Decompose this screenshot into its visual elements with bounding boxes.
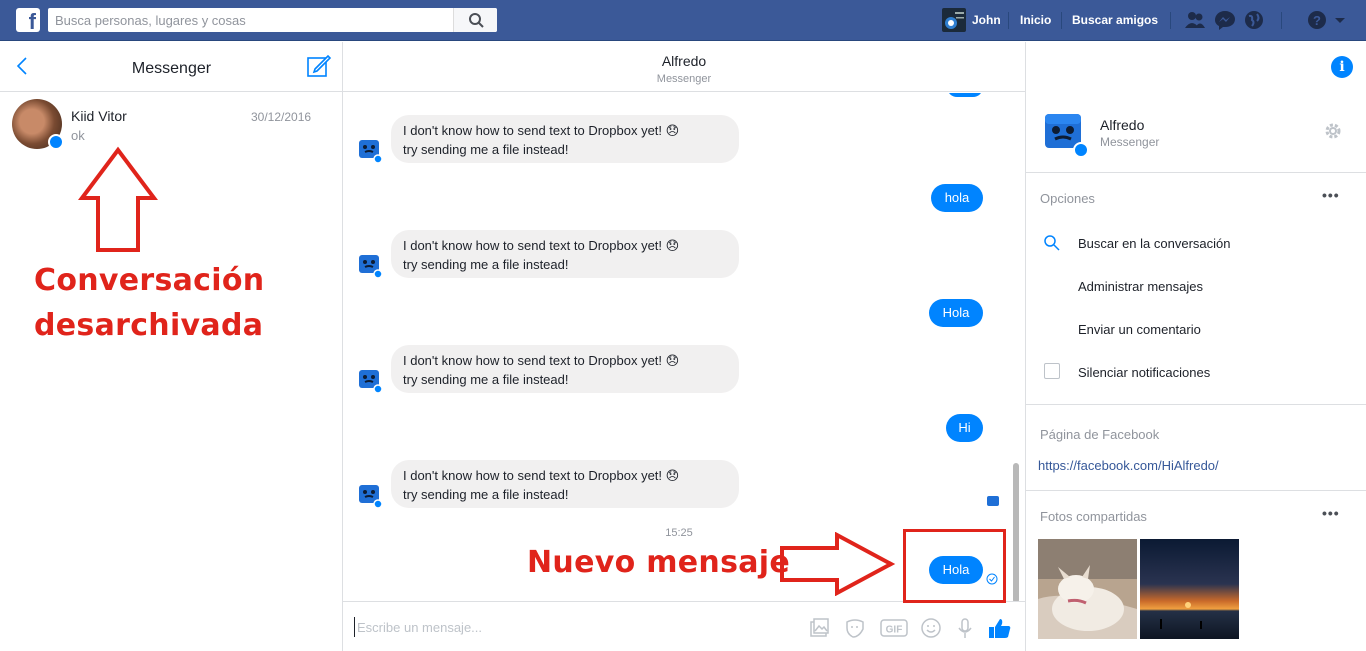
help-icon[interactable]: ?	[1306, 9, 1328, 31]
search-box	[48, 8, 497, 32]
option-search-conversation[interactable]: Buscar en la conversación	[1078, 236, 1230, 251]
svg-text:GIF: GIF	[886, 625, 903, 636]
divider	[1026, 404, 1366, 405]
message-text: I don't know how to send text to Dropbox…	[403, 123, 680, 138]
svg-text:?: ?	[1313, 13, 1321, 28]
photos-more-icon[interactable]: •••	[1322, 505, 1340, 521]
contact-avatar-icon	[1045, 114, 1089, 158]
like-thumb-icon[interactable]	[988, 617, 1012, 639]
annotation-unarchived: Conversación desarchivada	[34, 258, 264, 348]
message-text: I don't know how to send text to Dropbox…	[403, 468, 680, 483]
info-contact-subtitle: Messenger	[1100, 135, 1160, 149]
bot-avatar-icon	[359, 370, 383, 394]
bot-avatar-icon	[359, 140, 383, 164]
facebook-logo[interactable]: f	[16, 8, 40, 32]
message-incoming[interactable]: I don't know how to send text to Dropbox…	[391, 115, 739, 163]
shared-photo-dog[interactable]	[1038, 539, 1137, 639]
search-icon	[469, 13, 484, 28]
nav-divider	[1061, 12, 1062, 29]
message-input[interactable]	[354, 617, 794, 637]
option-mute-notifications[interactable]: Silenciar notificaciones	[1078, 365, 1210, 380]
info-icon[interactable]: i	[1331, 56, 1353, 78]
divider	[1026, 172, 1366, 173]
message-outgoing[interactable]: Hi	[946, 414, 983, 442]
message-outgoing	[947, 93, 983, 97]
thread-scrollbar[interactable]	[1013, 463, 1019, 601]
conversation-snippet: ok	[71, 128, 85, 143]
top-bar: f John Inicio Buscar amigos ?	[0, 0, 1366, 41]
messenger-title: Messenger	[131, 60, 212, 77]
conversation-info-panel: i Alfredo Messenger Opciones ••• Buscar …	[1025, 42, 1366, 651]
friend-requests-icon[interactable]	[1184, 9, 1206, 31]
message-text: try sending me a file instead!	[403, 257, 569, 272]
chat-subtitle: Messenger	[656, 73, 712, 85]
options-heading: Opciones	[1040, 191, 1095, 206]
settings-gear-icon[interactable]	[1324, 122, 1342, 140]
message-text: I don't know how to send text to Dropbox…	[403, 353, 680, 368]
messenger-badge-icon	[48, 134, 64, 150]
conversation-name: Kiid Vitor	[71, 108, 127, 124]
message-composer: GIF	[343, 601, 1025, 651]
seen-avatar-icon	[987, 496, 999, 506]
facebook-page-link[interactable]: https://facebook.com/HiAlfredo/	[1038, 458, 1219, 473]
notifications-globe-icon[interactable]	[1243, 9, 1265, 31]
nav-find-friends[interactable]: Buscar amigos	[1072, 13, 1158, 27]
nav-user-name[interactable]: John	[972, 13, 1001, 27]
option-send-feedback[interactable]: Enviar un comentario	[1078, 322, 1201, 337]
facebook-page-heading: Página de Facebook	[1040, 427, 1160, 442]
conversation-date: 30/12/2016	[251, 110, 312, 124]
microphone-icon[interactable]	[954, 617, 976, 639]
info-contact-name: Alfredo	[1100, 117, 1145, 133]
emoji-icon[interactable]	[920, 617, 942, 639]
compose-icon[interactable]	[306, 54, 332, 78]
shared-photo-sunset[interactable]	[1140, 539, 1239, 639]
new-message-highlight-box	[903, 529, 1006, 603]
conversation-list-header: Messenger	[0, 42, 342, 92]
avatar-icon	[945, 12, 964, 29]
gif-icon[interactable]: GIF	[880, 617, 908, 639]
message-text: try sending me a file instead!	[403, 487, 569, 502]
message-incoming[interactable]: I don't know how to send text to Dropbox…	[391, 230, 739, 278]
photo-icon[interactable]	[808, 617, 830, 639]
option-manage-messages[interactable]: Administrar mensajes	[1078, 279, 1203, 294]
sticker-icon[interactable]	[844, 617, 866, 639]
options-more-icon[interactable]: •••	[1322, 187, 1340, 203]
annotation-arrow-right	[780, 532, 896, 596]
bot-avatar-icon	[359, 485, 383, 509]
shared-photos-heading: Fotos compartidas	[1040, 509, 1147, 524]
chat-header: Alfredo Messenger	[343, 42, 1025, 92]
bot-avatar-icon	[359, 255, 383, 279]
mute-notifications-checkbox[interactable]	[1044, 363, 1060, 379]
message-outgoing[interactable]: hola	[931, 184, 983, 212]
message-outgoing[interactable]: Hola	[929, 299, 983, 327]
messages-icon[interactable]	[1214, 9, 1236, 31]
nav-divider	[1170, 12, 1171, 29]
account-menu-icon[interactable]	[1333, 9, 1347, 31]
annotation-arrow-up	[78, 146, 158, 252]
message-incoming[interactable]: I don't know how to send text to Dropbox…	[391, 345, 739, 393]
message-text: I don't know how to send text to Dropbox…	[403, 238, 680, 253]
annotation-new-message: Nuevo mensaje	[527, 545, 791, 580]
nav-home[interactable]: Inicio	[1020, 13, 1051, 27]
divider	[1026, 490, 1366, 491]
nav-divider	[1008, 12, 1009, 29]
nav-divider	[1281, 12, 1282, 29]
message-incoming[interactable]: I don't know how to send text to Dropbox…	[391, 460, 739, 508]
chat-contact-name: Alfredo	[661, 53, 707, 69]
conversation-item[interactable]: Kiid Vitor ok 30/12/2016	[0, 94, 342, 156]
message-thread[interactable]: I don't know how to send text to Dropbox…	[343, 93, 1025, 601]
annotation-line: desarchivada	[34, 308, 264, 343]
annotation-line: Conversación	[34, 263, 265, 298]
search-button[interactable]	[453, 8, 497, 32]
user-avatar[interactable]	[942, 8, 966, 32]
search-input[interactable]	[48, 8, 448, 32]
message-text: try sending me a file instead!	[403, 372, 569, 387]
search-conversation-icon	[1044, 235, 1060, 251]
message-text: try sending me a file instead!	[403, 142, 569, 157]
